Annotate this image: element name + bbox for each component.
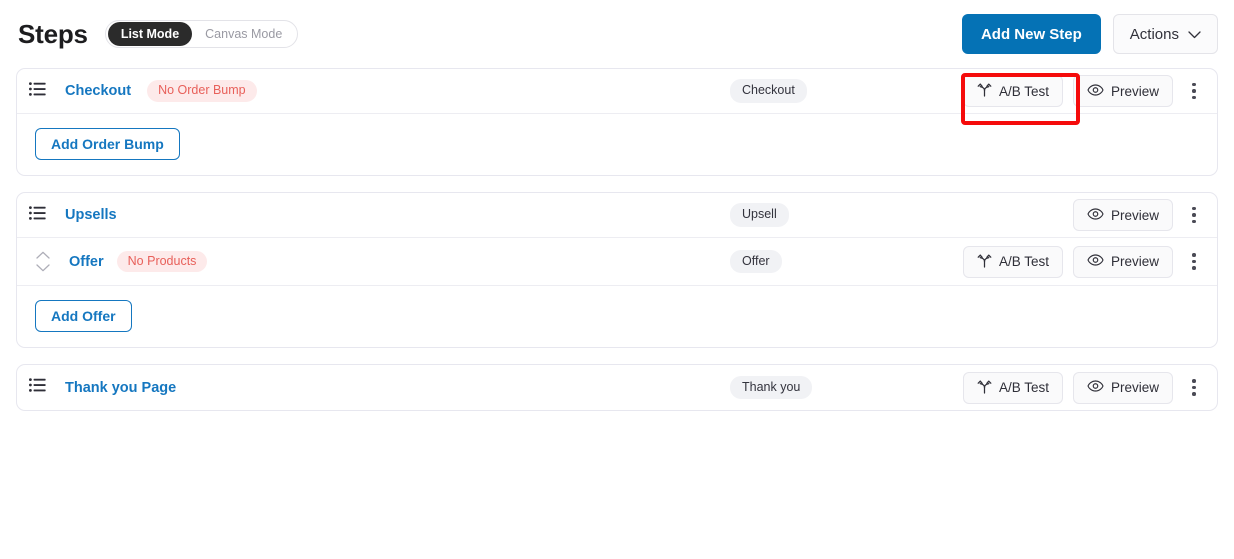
row-actions: A/B Test Preview: [962, 371, 1203, 404]
preview-label: Preview: [1110, 380, 1159, 395]
add-new-step-button[interactable]: Add New Step: [961, 14, 1101, 54]
step-type-badge: Checkout: [730, 79, 807, 103]
split-branch-icon: [977, 82, 992, 100]
step-type-badge: Thank you: [730, 375, 813, 400]
step-drag-handle[interactable]: [29, 378, 55, 397]
ab-test-label: A/B Test: [998, 254, 1049, 269]
steps-page: Steps List Mode Canvas Mode Add New Step…: [0, 0, 1234, 559]
step-row[interactable]: Offer No Products Offer A/B Test Preview: [17, 238, 1217, 286]
ab-test-button[interactable]: A/B Test: [962, 75, 1063, 107]
tab-canvas-mode[interactable]: Canvas Mode: [192, 22, 295, 46]
row-actions: A/B Test Preview: [962, 245, 1203, 278]
preview-label: Preview: [1110, 83, 1159, 99]
row-menu-button[interactable]: [1185, 200, 1203, 230]
actions-label: Actions: [1129, 25, 1179, 43]
step-name-link[interactable]: Offer: [69, 254, 104, 270]
preview-button[interactable]: Preview: [1072, 245, 1173, 278]
row-menu-button[interactable]: [1185, 76, 1203, 106]
warning-badge: No Order Bump: [147, 80, 257, 102]
warning-badge: No Products: [116, 250, 208, 273]
page-title: Steps: [18, 19, 88, 49]
card-footer: Add Order Bump: [17, 114, 1217, 175]
eye-icon: [1087, 380, 1104, 395]
add-offer-button[interactable]: Add Offer: [35, 300, 132, 332]
split-branch-icon: [977, 379, 992, 397]
list-handle-icon[interactable]: [29, 205, 46, 225]
row-menu-button[interactable]: [1185, 247, 1203, 277]
steps-list: Checkout No Order Bump Checkout A/B Test P…: [16, 68, 1218, 427]
step-row[interactable]: Checkout No Order Bump Checkout A/B Test P…: [17, 69, 1217, 114]
step-card-checkout: Checkout No Order Bump Checkout A/B Test P…: [16, 68, 1218, 176]
actions-dropdown-button[interactable]: Actions: [1112, 14, 1218, 54]
preview-label: Preview: [1110, 254, 1159, 269]
step-name-link[interactable]: Thank you Page: [65, 380, 176, 396]
step-card-thank-you: Thank you Page Thank you A/B Test Preview: [16, 364, 1218, 411]
eye-icon: [1087, 254, 1104, 269]
step-reorder-handle[interactable]: [29, 251, 55, 272]
add-order-bump-button[interactable]: Add Order Bump: [35, 128, 180, 160]
step-row[interactable]: Upsells Upsell Preview: [17, 193, 1217, 238]
step-type-badge: Upsell: [730, 203, 789, 227]
chevron-down-icon: [1188, 26, 1201, 43]
step-card-upsells: Upsells Upsell Preview Offer No Products Of…: [16, 192, 1218, 348]
ab-test-button[interactable]: A/B Test: [962, 371, 1063, 404]
step-type-badge: Offer: [730, 249, 782, 274]
step-name-link[interactable]: Checkout: [65, 83, 131, 99]
page-header: Steps List Mode Canvas Mode Add New Step…: [0, 0, 1234, 68]
preview-button[interactable]: Preview: [1072, 199, 1173, 231]
split-branch-icon: [977, 253, 992, 271]
sort-updown-icon[interactable]: [36, 251, 50, 272]
card-footer: Add Offer: [17, 286, 1217, 347]
ab-test-label: A/B Test: [998, 83, 1049, 99]
step-drag-handle[interactable]: [29, 81, 55, 101]
step-name-link[interactable]: Upsells: [65, 207, 117, 223]
ab-test-button[interactable]: A/B Test: [962, 245, 1063, 278]
row-actions: Preview: [1072, 199, 1203, 231]
row-menu-button[interactable]: [1185, 373, 1203, 403]
row-actions: A/B Test Preview: [962, 75, 1203, 107]
preview-button[interactable]: Preview: [1072, 371, 1173, 404]
ab-test-label: A/B Test: [998, 380, 1049, 395]
eye-icon: [1087, 207, 1104, 223]
step-row[interactable]: Thank you Page Thank you A/B Test Preview: [17, 365, 1217, 410]
tab-list-mode[interactable]: List Mode: [107, 22, 193, 46]
step-drag-handle[interactable]: [29, 205, 55, 225]
list-handle-icon[interactable]: [29, 81, 46, 101]
list-handle-icon[interactable]: [29, 378, 46, 397]
preview-button[interactable]: Preview: [1072, 75, 1173, 107]
eye-icon: [1087, 83, 1104, 99]
view-mode-toggle[interactable]: List Mode Canvas Mode: [104, 20, 299, 48]
preview-label: Preview: [1110, 207, 1159, 223]
